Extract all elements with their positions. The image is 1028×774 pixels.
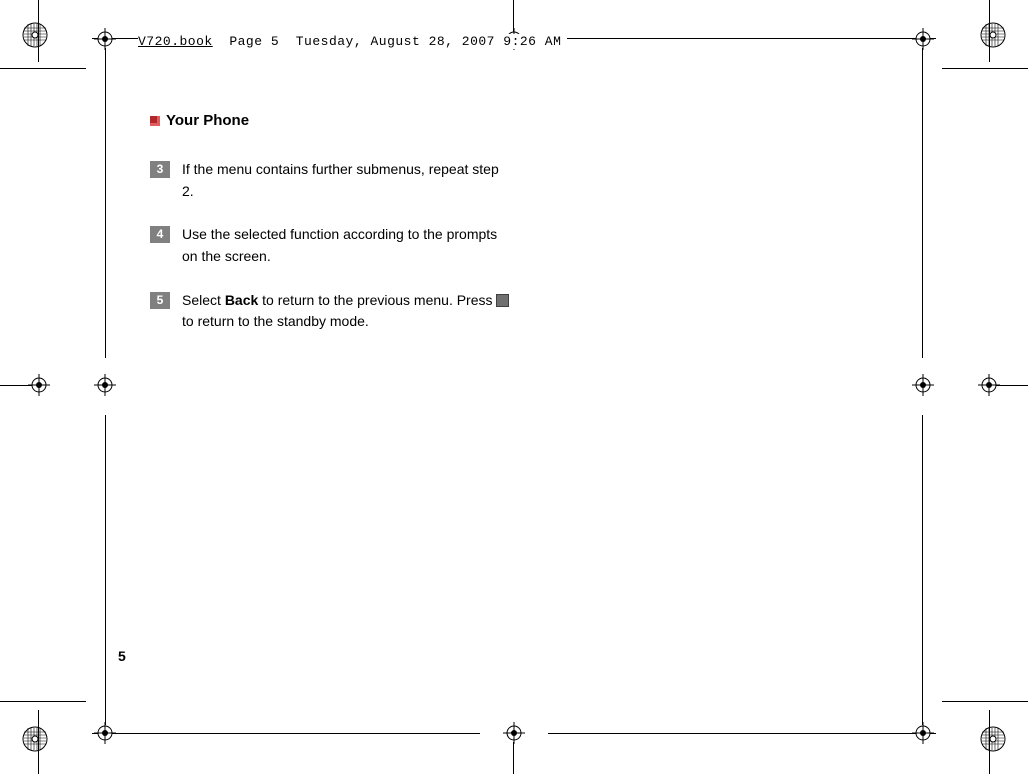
crop-line bbox=[922, 48, 923, 358]
registration-mark-icon bbox=[980, 726, 1006, 752]
step-text-bold: Back bbox=[225, 292, 258, 308]
step-text-fragment: Select bbox=[182, 292, 225, 308]
crop-line bbox=[513, 742, 514, 774]
step-item: 3 If the menu contains further submenus,… bbox=[150, 159, 510, 202]
crosshair-icon bbox=[94, 374, 116, 396]
crop-line bbox=[548, 733, 936, 734]
content-block: Your Phone 3 If the menu contains furthe… bbox=[150, 112, 510, 355]
header-datetime: Tuesday, August 28, 2007 9:26 AM bbox=[296, 34, 562, 49]
crosshair-icon bbox=[28, 374, 50, 396]
crop-line bbox=[922, 415, 923, 725]
end-key-icon bbox=[496, 294, 509, 307]
crop-line bbox=[548, 38, 936, 39]
crop-line bbox=[105, 415, 106, 725]
step-text: If the menu contains further submenus, r… bbox=[182, 159, 510, 202]
section-title: Your Phone bbox=[150, 112, 510, 129]
step-number: 5 bbox=[150, 292, 170, 309]
section-title-text: Your Phone bbox=[166, 112, 249, 129]
header-pageinfo: Page 5 bbox=[229, 34, 279, 49]
page-header: V720.book Page 5 Tuesday, August 28, 200… bbox=[138, 34, 567, 49]
section-bullet-icon bbox=[150, 116, 160, 126]
step-text-fragment: to return to the previous menu. Press bbox=[258, 292, 496, 308]
step-text: Use the selected function according to t… bbox=[182, 224, 510, 267]
registration-mark-icon bbox=[22, 726, 48, 752]
crop-line bbox=[92, 733, 480, 734]
crosshair-icon bbox=[503, 722, 525, 744]
crosshair-icon bbox=[912, 722, 934, 744]
crop-tick bbox=[996, 385, 1028, 386]
step-text-fragment: to return to the standby mode. bbox=[182, 313, 369, 329]
crosshair-icon bbox=[912, 28, 934, 50]
crosshair-icon bbox=[94, 722, 116, 744]
registration-mark-icon bbox=[980, 22, 1006, 48]
step-text: Select Back to return to the previous me… bbox=[182, 290, 510, 333]
crop-tick bbox=[942, 701, 1028, 702]
registration-mark-icon bbox=[22, 22, 48, 48]
step-item: 5 Select Back to return to the previous … bbox=[150, 290, 510, 333]
step-number: 4 bbox=[150, 226, 170, 243]
crop-tick bbox=[942, 68, 1028, 69]
step-number: 3 bbox=[150, 161, 170, 178]
crosshair-icon bbox=[978, 374, 1000, 396]
page-number: 5 bbox=[118, 648, 126, 664]
header-filename: V720.book bbox=[138, 34, 213, 49]
step-item: 4 Use the selected function according to… bbox=[150, 224, 510, 267]
crop-tick bbox=[0, 68, 86, 69]
crop-tick bbox=[0, 701, 86, 702]
crop-line bbox=[105, 48, 106, 358]
crosshair-icon bbox=[912, 374, 934, 396]
crosshair-icon bbox=[94, 28, 116, 50]
